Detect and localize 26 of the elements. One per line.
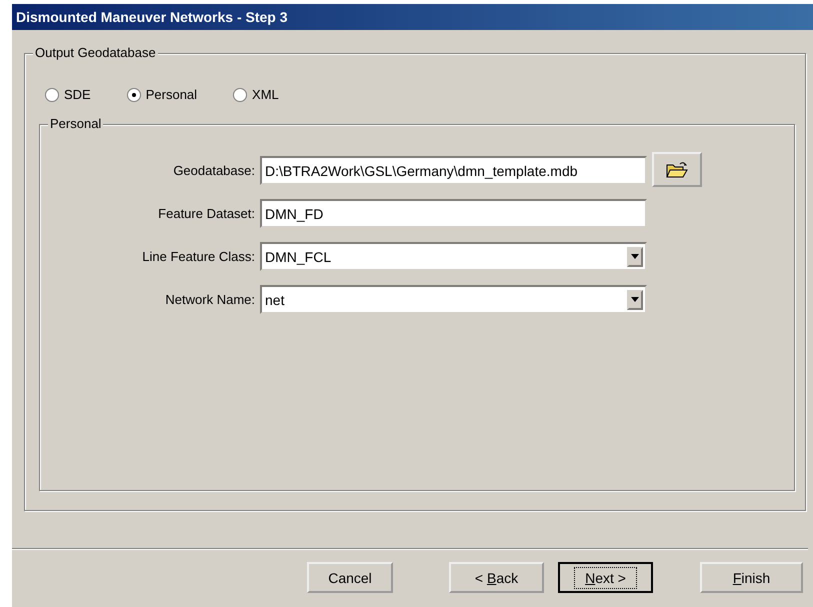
radio-icon[interactable] <box>233 88 248 102</box>
dialog-button[interactable]: Finish <box>700 562 803 593</box>
radio-label: XML <box>252 87 279 102</box>
input-field[interactable]: D:\BTRA2Work\GSL\Germany\dmn_template.mdb <box>260 156 647 185</box>
radio-option[interactable]: SDE <box>45 90 91 99</box>
radio-option[interactable]: Personal <box>126 90 198 99</box>
group-title: Personal <box>48 116 104 131</box>
input-field[interactable]: DMN_FD <box>260 199 647 228</box>
dropdown-field[interactable]: net <box>260 285 647 314</box>
folder-icon <box>666 160 688 178</box>
dropdown-field[interactable]: DMN_FCL <box>260 242 647 271</box>
dialog-button[interactable]: Next > <box>558 562 653 593</box>
dialog-button[interactable]: < Back <box>449 562 544 593</box>
dialog-button[interactable]: Cancel <box>307 562 393 593</box>
group-title: Output Geodatabase <box>33 45 158 60</box>
radio-label: SDE <box>64 87 91 102</box>
radio-option[interactable]: XML <box>233 90 279 99</box>
field-label: Geodatabase: <box>172 163 256 178</box>
radio-icon[interactable] <box>126 88 141 102</box>
window-title: Dismounted Maneuver Networks - Step 3 <box>16 9 288 25</box>
radio-icon[interactable] <box>45 88 59 102</box>
field-label: Line Feature Class: <box>141 249 256 264</box>
radio-label: Personal <box>146 87 198 102</box>
browse-button[interactable] <box>652 152 702 187</box>
field-label: Network Name: <box>164 292 256 307</box>
field-label: Feature Dataset: <box>157 206 256 221</box>
